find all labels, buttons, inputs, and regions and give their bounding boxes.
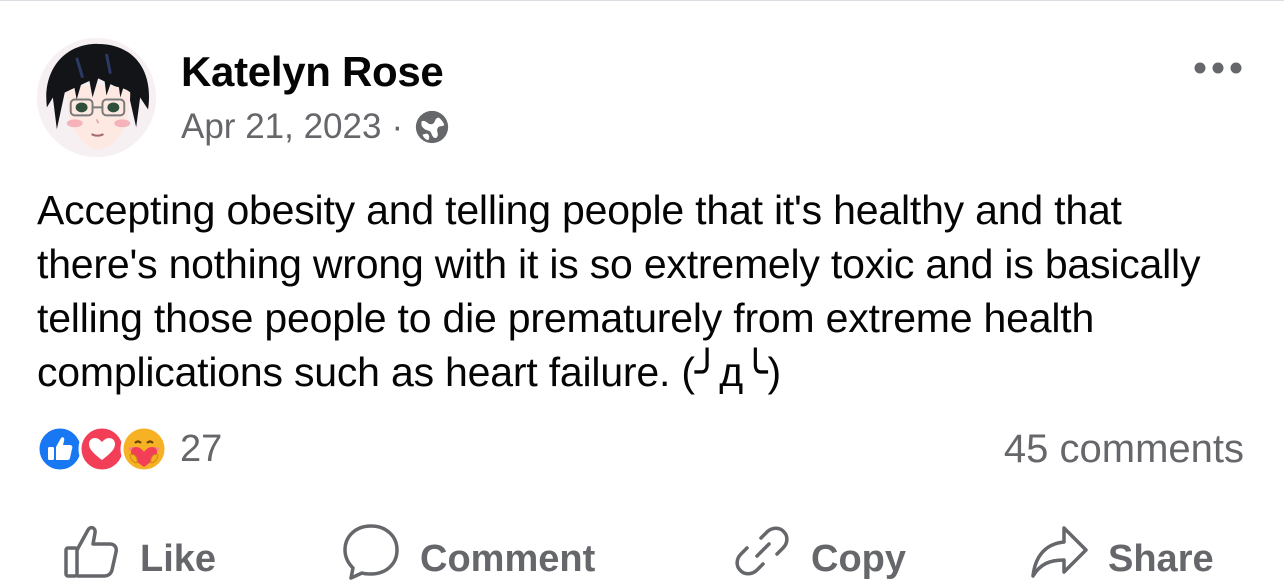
action-bar: Like Comment Copy Share (0, 522, 1284, 580)
like-reaction-icon (36, 425, 84, 473)
reactions-summary[interactable]: 27 (36, 425, 222, 473)
globe-icon[interactable] (413, 108, 451, 146)
share-label: Share (1108, 538, 1214, 580)
share-button[interactable]: Share (1030, 522, 1214, 581)
post-meta: Apr 21, 2023 · (181, 107, 451, 147)
copy-link-button[interactable]: Copy (733, 522, 906, 581)
like-button[interactable]: Like (62, 522, 216, 581)
more-options-icon[interactable] (1192, 58, 1244, 78)
link-icon (733, 522, 791, 580)
like-label: Like (140, 538, 217, 580)
avatar[interactable] (37, 38, 156, 157)
top-divider (0, 0, 1284, 1)
comment-button[interactable]: Comment (342, 522, 595, 581)
post-date[interactable]: Apr 21, 2023 (181, 107, 381, 147)
share-arrow-icon (1030, 522, 1088, 580)
thumbs-up-icon (62, 522, 120, 580)
post-author-name[interactable]: Katelyn Rose (181, 48, 444, 96)
comment-bubble-icon (342, 522, 400, 580)
copy-label: Copy (811, 538, 906, 580)
meta-separator: · (391, 107, 404, 146)
comments-count-link[interactable]: 45 comments (1004, 427, 1244, 472)
care-reaction-icon (120, 425, 168, 473)
post-text: Accepting obesity and telling people tha… (37, 187, 1201, 395)
comment-label: Comment (420, 538, 596, 580)
love-reaction-icon (78, 425, 126, 473)
reaction-count: 27 (180, 427, 223, 470)
